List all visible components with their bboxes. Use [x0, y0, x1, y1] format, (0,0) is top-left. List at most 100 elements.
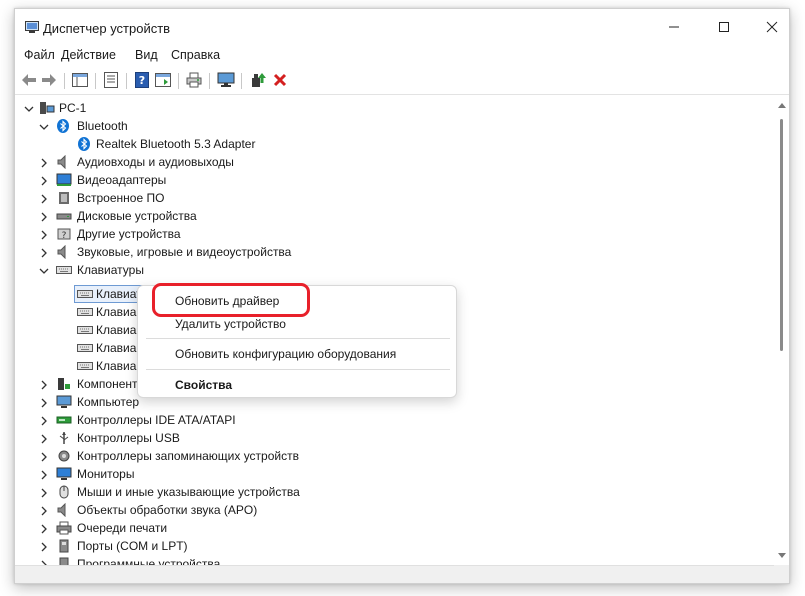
tree-category-label: Контроллеры USB [77, 431, 180, 445]
tree-category-label: Встроенное ПО [77, 191, 165, 205]
tree-category[interactable]: Видеоадаптеры [15, 171, 415, 189]
tree-category[interactable]: Встроенное ПО [15, 189, 415, 207]
tree-root-label: PC-1 [59, 101, 87, 115]
vertical-scrollbar[interactable] [774, 97, 789, 565]
tree-category[interactable]: Мыши и иные указывающие устройства [15, 483, 415, 501]
chevron-right-icon[interactable] [39, 469, 49, 480]
audio-processing-icon [56, 502, 72, 518]
chevron-right-icon[interactable] [39, 211, 49, 222]
display-adapter-icon [56, 173, 72, 187]
svg-text:?: ? [62, 231, 67, 241]
tree-category-bluetooth[interactable]: Bluetooth [15, 117, 315, 135]
title-bar: Диспетчер устройств [15, 9, 789, 45]
properties-icon[interactable] [101, 70, 121, 90]
usb-icon [56, 431, 72, 445]
chevron-right-icon[interactable] [39, 397, 49, 408]
horizontal-scrollbar[interactable] [15, 565, 774, 583]
chevron-right-icon[interactable] [39, 229, 49, 240]
bluetooth-icon [77, 137, 93, 151]
tree-category[interactable]: Мониторы [15, 465, 415, 483]
chevron-right-icon[interactable] [39, 379, 49, 390]
tree-category-label: Мониторы [77, 467, 135, 481]
chevron-right-icon[interactable] [39, 523, 49, 534]
disk-drive-icon [56, 209, 72, 223]
tree-category[interactable]: Контроллеры запоминающих устройств [15, 447, 415, 465]
tree-category[interactable]: Программные устройства [15, 555, 415, 565]
chevron-right-icon[interactable] [39, 175, 49, 186]
tree-root[interactable]: PC-1 [15, 99, 315, 117]
toolbar: ? [15, 67, 789, 95]
chevron-right-icon[interactable] [39, 433, 49, 444]
toolbar-separator [95, 73, 96, 89]
monitor-icon [56, 467, 72, 481]
tree-category[interactable]: ? Другие устройства [15, 225, 415, 243]
tree-category-label: Другие устройства [77, 227, 181, 241]
chevron-right-icon[interactable] [39, 541, 49, 552]
scroll-thumb[interactable] [780, 119, 783, 351]
chevron-down-icon[interactable] [39, 121, 49, 131]
toolbar-separator [241, 73, 242, 89]
monitor-icon[interactable] [216, 70, 236, 90]
keyboard-icon [77, 359, 93, 373]
menu-bar: Файл Действие Вид Справка [15, 45, 789, 67]
print-icon[interactable] [184, 70, 204, 90]
properties-menu-item[interactable]: Свойства [175, 378, 232, 392]
tree-category[interactable]: Контроллеры IDE ATA/ATAPI [15, 411, 415, 429]
tree-device-label: Клавиа [96, 305, 137, 319]
tree-category-keyboards[interactable]: Клавиатуры [15, 261, 415, 279]
chevron-right-icon[interactable] [39, 505, 49, 516]
uninstall-icon[interactable] [270, 70, 290, 90]
help-icon[interactable]: ? [132, 70, 152, 90]
chevron-right-icon[interactable] [39, 247, 49, 258]
ide-controller-icon [56, 413, 72, 427]
tree-category[interactable]: Контроллеры USB [15, 429, 415, 447]
chevron-down-icon[interactable] [39, 265, 49, 275]
forward-icon[interactable] [39, 70, 59, 90]
components-icon [56, 377, 72, 391]
chevron-down-icon[interactable] [24, 103, 34, 113]
tree-category-label: Программные устройства [77, 557, 221, 565]
maximize-button[interactable] [701, 9, 747, 45]
action-pane-icon[interactable] [153, 70, 173, 90]
back-icon[interactable] [19, 70, 39, 90]
speaker-icon [56, 154, 72, 170]
keyboard-icon [77, 305, 93, 319]
scan-hardware-menu-item[interactable]: Обновить конфигурацию оборудования [175, 347, 396, 361]
printer-icon [56, 521, 72, 535]
tree-category[interactable]: Дисковые устройства [15, 207, 415, 225]
tree-device-label: Клавиа [96, 341, 137, 355]
port-icon [56, 539, 72, 553]
tree-category[interactable]: Объекты обработки звука (APO) [15, 501, 415, 519]
chevron-right-icon[interactable] [39, 157, 49, 168]
chevron-right-icon[interactable] [39, 451, 49, 462]
uninstall-device-menu-item[interactable]: Удалить устройство [175, 317, 286, 331]
tree-device-label: Клавиа [96, 359, 137, 373]
tree-category-label: Звуковые, игровые и видеоустройства [77, 245, 292, 259]
device-manager-app-icon [25, 21, 39, 34]
menu-help[interactable]: Справка [171, 48, 220, 62]
tree-category[interactable]: Звуковые, игровые и видеоустройства [15, 243, 415, 261]
update-driver-icon[interactable] [248, 70, 268, 90]
show-hide-tree-icon[interactable] [70, 70, 90, 90]
minimize-button[interactable] [651, 9, 697, 45]
annotation-highlight [152, 283, 310, 317]
tree-category-label: Очереди печати [77, 521, 168, 535]
tree-category[interactable]: Аудиовходы и аудиовыходы [15, 153, 415, 171]
close-button[interactable] [749, 9, 789, 45]
menu-view[interactable]: Вид [135, 48, 158, 62]
tree-category[interactable]: Порты (COM и LPT) [15, 537, 415, 555]
tree-category[interactable]: Очереди печати [15, 519, 415, 537]
tree-device[interactable]: Realtek Bluetooth 5.3 Adapter [15, 135, 315, 153]
keyboard-icon [77, 323, 93, 337]
tree-category-label: Видеоадаптеры [77, 173, 167, 187]
bluetooth-icon [56, 119, 72, 133]
chevron-right-icon[interactable] [39, 415, 49, 426]
menu-action[interactable]: Действие [61, 48, 116, 62]
toolbar-separator [178, 73, 179, 89]
keyboard-icon [77, 341, 93, 355]
menu-file[interactable]: Файл [24, 48, 55, 62]
firmware-icon [56, 191, 72, 205]
chevron-right-icon[interactable] [39, 193, 49, 204]
tree-category-label: Дисковые устройства [77, 209, 197, 223]
chevron-right-icon[interactable] [39, 487, 49, 498]
